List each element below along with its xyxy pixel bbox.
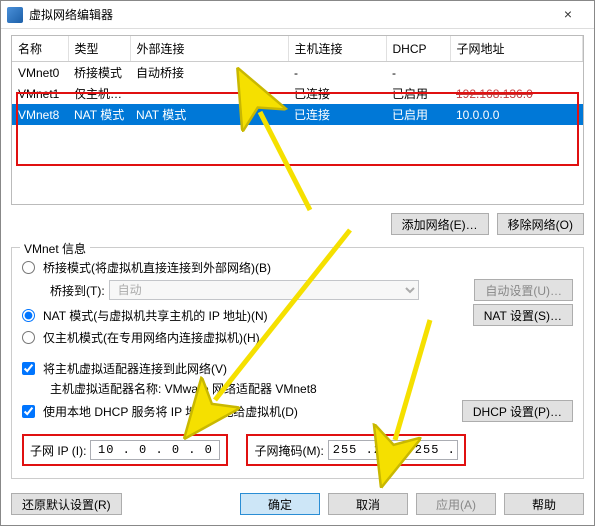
table-cell: VMnet1	[12, 83, 68, 104]
radio-host-row: 仅主机模式(在专用网络内连接虚拟机)(H)	[22, 329, 573, 346]
radio-nat-row: NAT 模式(与虚拟机共享主机的 IP 地址)(N) NAT 设置(S)…	[22, 304, 573, 326]
cancel-button[interactable]: 取消	[328, 493, 408, 515]
table-cell: 192.168.136.0	[450, 83, 583, 104]
table-cell: 已连接	[288, 104, 386, 125]
nat-settings-button[interactable]: NAT 设置(S)…	[473, 304, 573, 326]
table-row[interactable]: VMnet8NAT 模式NAT 模式已连接已启用10.0.0.0	[12, 104, 583, 125]
vmnet-info-group: VMnet 信息 桥接模式(将虚拟机直接连接到外部网络)(B) 桥接到(T): …	[11, 247, 584, 479]
help-button[interactable]: 帮助	[504, 493, 584, 515]
radio-nat[interactable]	[22, 309, 35, 322]
table-cell: 已连接	[288, 83, 386, 104]
virtual-network-editor-window: 虚拟网络编辑器 × 名称 类型 外部连接 主机连接 DHCP 子网地址	[0, 0, 595, 526]
table-cell: -	[386, 62, 450, 84]
use-dhcp-label: 使用本地 DHCP 服务将 IP 地址分配给虚拟机(D)	[43, 403, 298, 420]
titlebar: 虚拟网络编辑器 ×	[1, 1, 594, 29]
dhcp-settings-button[interactable]: DHCP 设置(P)…	[462, 400, 573, 422]
checkbox-connect-adapter[interactable]	[22, 362, 35, 375]
table-cell: VMnet8	[12, 104, 68, 125]
remove-network-button[interactable]: 移除网络(O)	[497, 213, 584, 235]
table-button-row: 添加网络(E)… 移除网络(O)	[11, 213, 584, 235]
bridge-to-select: 自动	[109, 280, 419, 300]
table-cell: 已启用	[386, 104, 450, 125]
subnet-mask-input[interactable]	[328, 440, 458, 460]
col-host[interactable]: 主机连接	[288, 36, 386, 62]
table-cell: 桥接模式	[68, 62, 130, 84]
radio-hostonly-label: 仅主机模式(在专用网络内连接虚拟机)(H)	[43, 329, 260, 346]
connect-adapter-label: 将主机虚拟适配器连接到此网络(V)	[43, 360, 227, 377]
table-cell: NAT 模式	[68, 104, 130, 125]
col-subnet[interactable]: 子网地址	[450, 36, 583, 62]
subnet-ip-input[interactable]	[90, 440, 220, 460]
footer-button-row: 还原默认设置(R) 确定 取消 应用(A) 帮助	[1, 485, 594, 525]
radio-nat-label: NAT 模式(与虚拟机共享主机的 IP 地址)(N)	[43, 307, 268, 324]
table-cell: 已启用	[386, 83, 450, 104]
adapter-name-text: 主机虚拟适配器名称: VMware 网络适配器 VMnet8	[50, 380, 317, 397]
group-legend: VMnet 信息	[20, 240, 90, 257]
apply-button: 应用(A)	[416, 493, 496, 515]
radio-bridge[interactable]	[22, 261, 35, 274]
table-cell: NAT 模式	[130, 104, 288, 125]
bridge-to-label: 桥接到(T):	[50, 282, 105, 299]
radio-bridge-label: 桥接模式(将虚拟机直接连接到外部网络)(B)	[43, 259, 271, 276]
table-cell: 10.0.0.0	[450, 104, 583, 125]
subnet-ip-label: 子网 IP (I):	[30, 442, 86, 459]
annotation-red-box-subnet-mask: 子网掩码(M):	[246, 434, 465, 466]
table-cell	[130, 83, 288, 104]
table-row[interactable]: VMnet0桥接模式自动桥接--	[12, 62, 583, 84]
table-cell: 仅主机…	[68, 83, 130, 104]
subnet-mask-label: 子网掩码(M):	[254, 442, 323, 459]
connect-adapter-row: 将主机虚拟适配器连接到此网络(V)	[22, 360, 573, 377]
content-area: 名称 类型 外部连接 主机连接 DHCP 子网地址 VMnet0桥接模式自动桥接…	[1, 29, 594, 485]
col-name[interactable]: 名称	[12, 36, 68, 62]
ok-button[interactable]: 确定	[240, 493, 320, 515]
add-network-button[interactable]: 添加网络(E)…	[391, 213, 489, 235]
radio-bridge-row: 桥接模式(将虚拟机直接连接到外部网络)(B)	[22, 259, 573, 276]
close-button[interactable]: ×	[548, 4, 588, 26]
app-icon	[7, 7, 23, 23]
table-header-row: 名称 类型 外部连接 主机连接 DHCP 子网地址	[12, 36, 583, 62]
restore-defaults-button[interactable]: 还原默认设置(R)	[11, 493, 122, 515]
use-dhcp-row: 使用本地 DHCP 服务将 IP 地址分配给虚拟机(D) DHCP 设置(P)…	[22, 400, 573, 422]
col-type[interactable]: 类型	[68, 36, 130, 62]
table-cell: 自动桥接	[130, 62, 288, 84]
window-title: 虚拟网络编辑器	[29, 6, 548, 23]
table-row[interactable]: VMnet1仅主机… 已连接已启用192.168.136.0	[12, 83, 583, 104]
table-cell: -	[288, 62, 386, 84]
subnet-row: 子网 IP (I): 子网掩码(M):	[22, 434, 573, 466]
annotation-red-box-subnet-ip: 子网 IP (I):	[22, 434, 228, 466]
network-table: 名称 类型 外部连接 主机连接 DHCP 子网地址 VMnet0桥接模式自动桥接…	[11, 35, 584, 205]
col-external[interactable]: 外部连接	[130, 36, 288, 62]
col-dhcp[interactable]: DHCP	[386, 36, 450, 62]
radio-hostonly[interactable]	[22, 331, 35, 344]
checkbox-use-dhcp[interactable]	[22, 405, 35, 418]
bridge-auto-button: 自动设置(U)…	[474, 279, 573, 301]
bridge-to-row: 桥接到(T): 自动 自动设置(U)…	[50, 279, 573, 301]
adapter-name-row: 主机虚拟适配器名称: VMware 网络适配器 VMnet8	[50, 380, 573, 397]
table-cell	[450, 62, 583, 84]
table-cell: VMnet0	[12, 62, 68, 84]
